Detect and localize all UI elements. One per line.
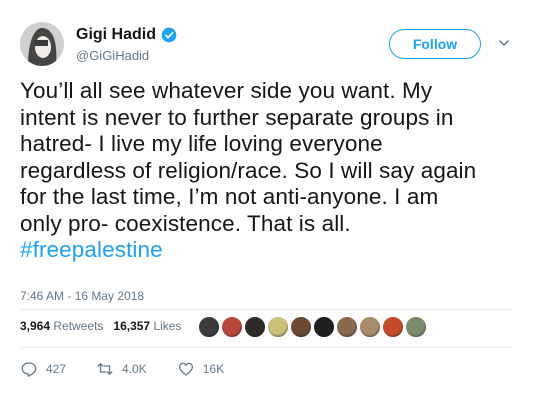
- retweets-count: 3,964: [20, 319, 51, 333]
- tweet-text-line: intent is never to further separate grou…: [20, 104, 454, 130]
- user-handle[interactable]: @GiGiHadid: [76, 48, 149, 63]
- likes-stat[interactable]: 16,357 Likes: [113, 319, 181, 333]
- liker-avatar[interactable]: [359, 316, 381, 338]
- likes-label: Likes: [153, 319, 182, 333]
- like-count: 16K: [202, 362, 225, 376]
- liker-avatar[interactable]: [382, 316, 404, 338]
- reply-count: 427: [46, 362, 67, 376]
- tweet-timestamp[interactable]: 7:46 AM - 16 May 2018: [20, 289, 144, 303]
- liker-avatar[interactable]: [290, 316, 312, 338]
- reply-button[interactable]: 427: [20, 360, 66, 378]
- reply-icon: [21, 362, 37, 377]
- retweet-count: 4.0K: [122, 362, 147, 376]
- divider: [20, 309, 512, 310]
- tweet-card: Gigi Hadid @GiGiHadid Follow You’ll all …: [0, 0, 533, 400]
- tweet-stats: 3,964 Retweets 16,357 Likes: [20, 319, 181, 333]
- hashtag-link[interactable]: #freepalestine: [20, 237, 520, 264]
- display-name-text[interactable]: Gigi Hadid: [76, 26, 156, 44]
- divider: [20, 347, 512, 348]
- likes-count: 16,357: [113, 319, 151, 333]
- tweet-text-line: hatred- I live my life loving everyone: [20, 131, 383, 156]
- retweet-icon: [97, 363, 113, 375]
- tweet-text-line: You’ll all see whatever side you want. M…: [20, 78, 433, 103]
- avatar[interactable]: [20, 22, 64, 66]
- liker-avatar[interactable]: [336, 316, 358, 338]
- chevron-down-icon[interactable]: [498, 37, 510, 49]
- follow-button[interactable]: Follow: [389, 29, 481, 59]
- display-name[interactable]: Gigi Hadid: [76, 26, 177, 44]
- verified-badge-icon: [161, 27, 177, 43]
- liker-avatar[interactable]: [405, 316, 427, 338]
- liker-avatar[interactable]: [244, 316, 266, 338]
- heart-icon: [178, 362, 193, 376]
- liker-avatars[interactable]: [198, 316, 428, 338]
- tweet-text-line: regardless of religion/race. So I will s…: [20, 157, 477, 183]
- liker-avatar[interactable]: [221, 316, 243, 338]
- tweet-text-line: only pro- coexistence. That is all.: [20, 210, 351, 236]
- retweet-button[interactable]: 4.0K: [96, 360, 147, 378]
- tweet-text: You’ll all see whatever side you want. M…: [20, 78, 520, 264]
- liker-avatar[interactable]: [313, 316, 335, 338]
- liker-avatar[interactable]: [198, 316, 220, 338]
- retweets-label: Retweets: [53, 319, 104, 333]
- avatar-image: [20, 22, 64, 66]
- tweet-actions: 427 4.0K 16K: [20, 360, 224, 378]
- tweet-text-line: for the last time, I’m not anti-anyone. …: [20, 184, 439, 209]
- like-button[interactable]: 16K: [177, 360, 224, 378]
- liker-avatar[interactable]: [267, 316, 289, 338]
- retweets-stat[interactable]: 3,964 Retweets: [20, 319, 103, 333]
